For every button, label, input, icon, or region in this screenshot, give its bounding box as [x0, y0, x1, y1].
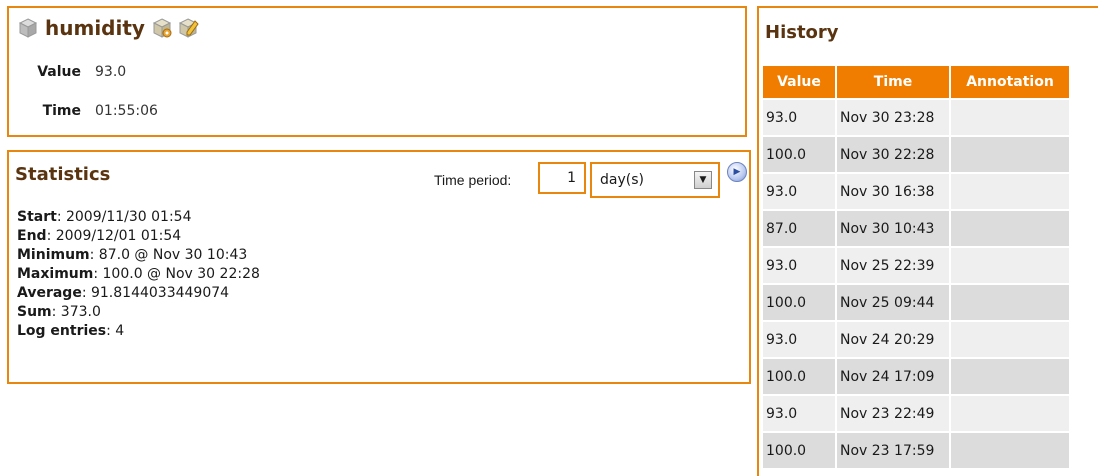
- cell-time: Nov 30 16:38: [837, 174, 949, 209]
- table-row: 100.0 Nov 25 09:44: [763, 285, 1069, 320]
- cell-time: Nov 24 20:29: [837, 322, 949, 357]
- column-header-value: Value: [763, 66, 835, 98]
- sensor-panel: humidity Value 93.0 Time 01:55:06: [7, 6, 747, 137]
- play-arrow-icon[interactable]: ▶: [727, 162, 747, 182]
- cell-annotation: [951, 248, 1069, 283]
- cell-annotation: [951, 174, 1069, 209]
- table-row: 93.0 Nov 30 16:38: [763, 174, 1069, 209]
- cell-annotation: [951, 100, 1069, 135]
- cell-time: Nov 24 17:09: [837, 359, 949, 394]
- time-row: Time 01:55:06: [19, 103, 158, 119]
- cell-annotation: [951, 137, 1069, 172]
- time-label: Time: [42, 103, 81, 119]
- time-period-value: 1: [567, 170, 576, 186]
- cell-value: 100.0: [763, 137, 835, 172]
- table-row: 87.0 Nov 30 10:43: [763, 211, 1069, 246]
- time-period-unit-select[interactable]: day(s) ▼: [590, 162, 720, 198]
- stat-start: Start: 2009/11/30 01:54: [17, 209, 192, 225]
- cube-icon: [17, 17, 39, 39]
- cell-value: 93.0: [763, 100, 835, 135]
- cell-value: 100.0: [763, 359, 835, 394]
- table-row: 100.0 Nov 24 17:09: [763, 359, 1069, 394]
- cell-annotation: [951, 359, 1069, 394]
- history-title: History: [765, 22, 839, 43]
- stat-maximum: Maximum: 100.0 @ Nov 30 22:28: [17, 266, 260, 282]
- cell-value: 93.0: [763, 396, 835, 431]
- column-header-time: Time: [837, 66, 949, 98]
- cell-value: 93.0: [763, 248, 835, 283]
- history-header-row: Value Time Annotation: [763, 66, 1069, 98]
- cell-value: 100.0: [763, 285, 835, 320]
- sensor-header: humidity: [17, 16, 199, 40]
- stat-minimum: Minimum: 87.0 @ Nov 30 10:43: [17, 247, 248, 263]
- column-header-annotation: Annotation: [951, 66, 1069, 98]
- sensor-name: humidity: [45, 16, 145, 40]
- cell-annotation: [951, 211, 1069, 246]
- history-table: Value Time Annotation 93.0 Nov 30 23:28 …: [761, 64, 1071, 470]
- table-row: 93.0 Nov 24 20:29: [763, 322, 1069, 357]
- statistics-list: Start: 2009/11/30 01:54 End: 2009/12/01 …: [17, 208, 260, 341]
- value-row: Value 93.0: [19, 64, 126, 80]
- time-reading: 01:55:06: [95, 103, 158, 119]
- edit-pencil-icon[interactable]: [177, 17, 199, 39]
- cell-annotation: [951, 322, 1069, 357]
- history-panel: History Value Time Annotation 93.0 Nov 3…: [757, 6, 1098, 476]
- cell-annotation: [951, 396, 1069, 431]
- value-reading: 93.0: [95, 64, 127, 80]
- table-row: 93.0 Nov 30 23:28: [763, 100, 1069, 135]
- table-row: 93.0 Nov 25 22:39: [763, 248, 1069, 283]
- cell-time: Nov 23 22:49: [837, 396, 949, 431]
- cell-time: Nov 30 10:43: [837, 211, 949, 246]
- cell-time: Nov 30 22:28: [837, 137, 949, 172]
- cell-value: 93.0: [763, 322, 835, 357]
- time-period-unit: day(s): [600, 172, 644, 188]
- cell-time: Nov 25 22:39: [837, 248, 949, 283]
- cell-time: Nov 30 23:28: [837, 100, 949, 135]
- stat-log-entries: Log entries: 4: [17, 323, 125, 339]
- stat-sum: Sum: 373.0: [17, 304, 101, 320]
- chevron-down-icon[interactable]: ▼: [694, 171, 712, 189]
- time-period-input[interactable]: 1: [538, 162, 586, 194]
- cell-value: 87.0: [763, 211, 835, 246]
- stat-average: Average: 91.8144033449074: [17, 285, 230, 301]
- statistics-title: Statistics: [15, 164, 111, 185]
- value-label: Value: [37, 64, 81, 80]
- time-period-label: Time period:: [434, 172, 512, 188]
- table-row: 100.0 Nov 30 22:28: [763, 137, 1069, 172]
- stat-end: End: 2009/12/01 01:54: [17, 228, 182, 244]
- cell-value: 93.0: [763, 174, 835, 209]
- statistics-panel: Statistics Time period: 1 day(s) ▼ ▶ Sta…: [7, 150, 751, 384]
- cell-annotation: [951, 285, 1069, 320]
- cube-gear-icon[interactable]: [151, 17, 173, 39]
- table-row: 93.0 Nov 23 22:49: [763, 396, 1069, 431]
- cell-time: Nov 25 09:44: [837, 285, 949, 320]
